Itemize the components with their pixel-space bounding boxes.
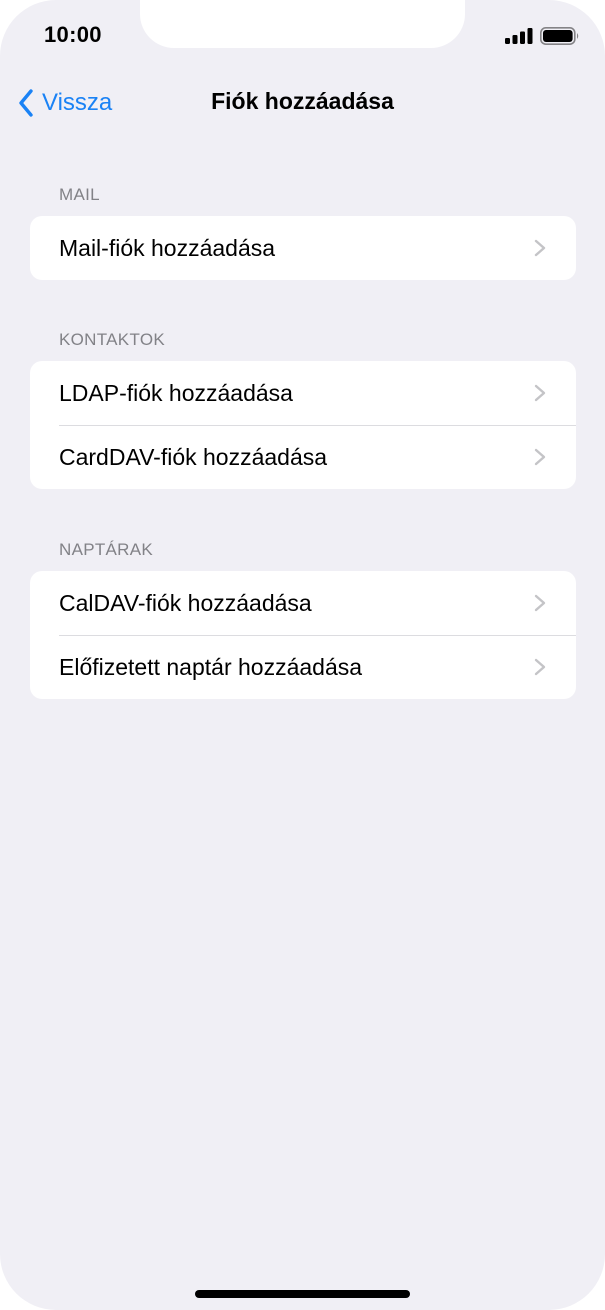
cell-label: CalDAV-fiók hozzáadása xyxy=(59,589,312,616)
cell-label: CardDAV-fiók hozzáadása xyxy=(59,443,328,470)
section-group-contacts: LDAP-fiók hozzáadása CardDAV-fiók hozzáa… xyxy=(30,361,576,489)
notch xyxy=(140,0,465,48)
battery-icon xyxy=(540,27,579,45)
page-title: Fiók hozzáadása xyxy=(211,88,394,114)
chevron-right-icon xyxy=(534,594,546,612)
section-group-calendars: CalDAV-fiók hozzáadása Előfizetett naptá… xyxy=(30,571,576,699)
chevron-right-icon xyxy=(534,384,546,402)
status-time: 10:00 xyxy=(44,22,102,47)
cell-label: Előfizetett naptár hozzáadása xyxy=(59,653,363,680)
chevron-right-icon xyxy=(534,448,546,466)
add-carddav-account-cell[interactable]: CardDAV-fiók hozzáadása xyxy=(30,425,576,489)
chevron-right-icon xyxy=(534,658,546,676)
section-header-mail: MAIL xyxy=(59,185,100,204)
add-subscribed-calendar-cell[interactable]: Előfizetett naptár hozzáadása xyxy=(30,635,576,699)
phone-screen: 10:00 Vissza Fiók hozzáadása MAIL Mail-f… xyxy=(0,0,605,1310)
add-mail-account-cell[interactable]: Mail-fiók hozzáadása xyxy=(30,216,576,280)
home-indicator[interactable] xyxy=(195,1290,410,1298)
add-caldav-account-cell[interactable]: CalDAV-fiók hozzáadása xyxy=(30,571,576,635)
cellular-signal-icon xyxy=(505,28,533,44)
section-header-calendars: NAPTÁRAK xyxy=(59,540,154,559)
cell-label: LDAP-fiók hozzáadása xyxy=(59,379,293,406)
section-group-mail: Mail-fiók hozzáadása xyxy=(30,216,576,280)
chevron-right-icon xyxy=(534,239,546,257)
add-ldap-account-cell[interactable]: LDAP-fiók hozzáadása xyxy=(30,361,576,425)
cell-label: Mail-fiók hozzáadása xyxy=(59,234,276,261)
section-header-contacts: KONTAKTOK xyxy=(59,330,165,349)
